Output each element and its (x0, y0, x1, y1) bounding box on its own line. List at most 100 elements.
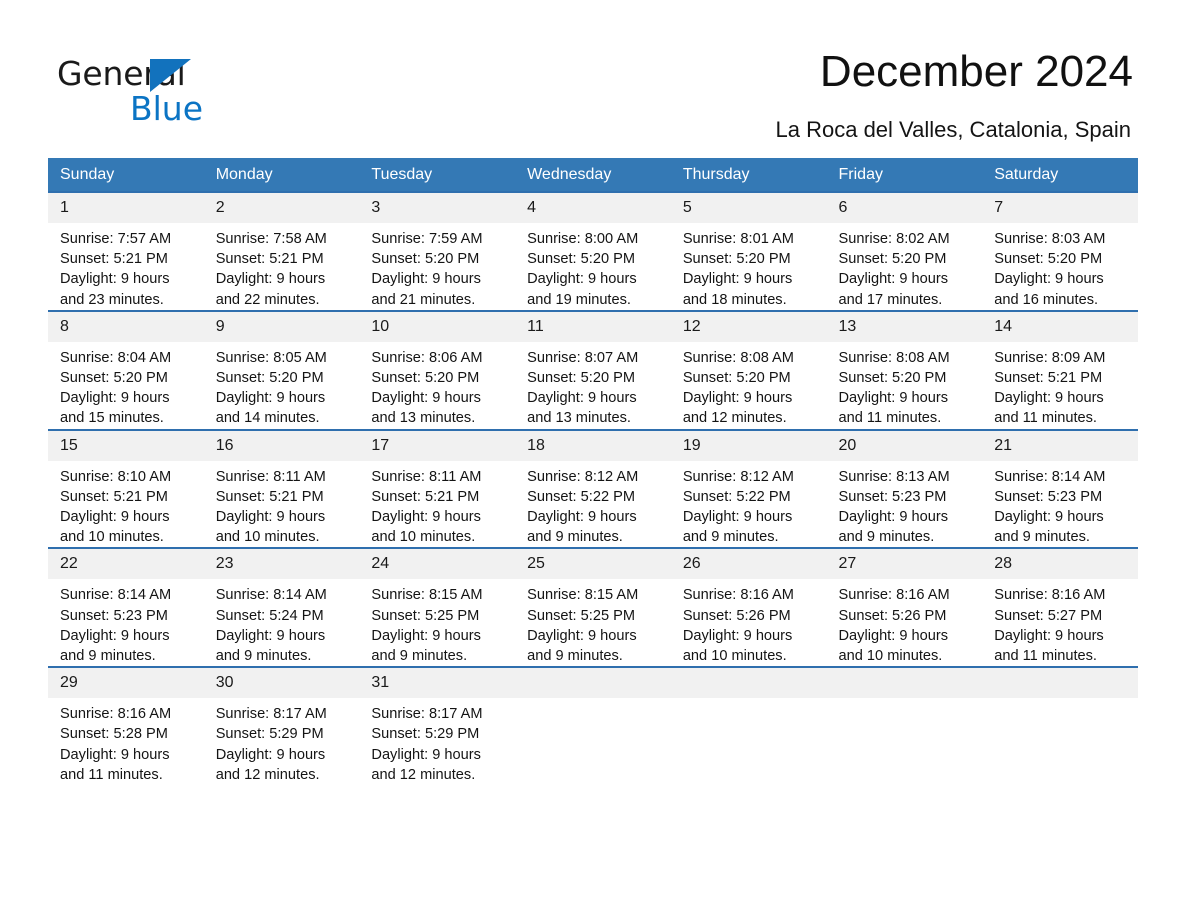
calendar-day-cell[interactable]: 14 Sunrise: 8:09 AM Sunset: 5:21 PM Dayligh… (982, 309, 1138, 430)
day-daylight-line2-text: and 15 minutes. (60, 410, 164, 427)
day-sunset-text: Sunset: 5:26 PM (838, 607, 947, 624)
day-sunrise-text: Sunrise: 8:02 AM (838, 231, 950, 247)
day-daylight-line1-text: Daylight: 9 hours (527, 627, 637, 644)
day-details: Sunrise: 8:02 AM Sunset: 5:20 PM Daylight:… (827, 223, 983, 310)
calendar-day-cell[interactable]: 9 Sunrise: 8:05 AM Sunset: 5:20 PM Daylight… (203, 309, 360, 430)
day-daylight-line1-text: Daylight: 9 hours (371, 509, 481, 526)
day-sunset-text: Sunset: 5:20 PM (527, 370, 636, 387)
calendar-day-cell[interactable]: 3 Sunrise: 7:59 AM Sunset: 5:20 PM Daylight… (359, 191, 516, 311)
day-sunrise-text: Sunrise: 8:16 AM (682, 587, 794, 604)
day-details: Sunrise: 8:11 AM Sunset: 5:21 PM Daylight:… (359, 461, 515, 548)
day-details: Sunrise: 8:06 AM Sunset: 5:20 PM Daylight:… (359, 342, 515, 429)
calendar-day-cell[interactable]: 11 Sunrise: 8:07 AM Sunset: 5:20 PM Dayligh… (515, 309, 671, 430)
calendar-week-row: 22 Sunrise: 8:14 AM Sunset: 5:23 PM Dayligh… (48, 547, 1138, 668)
day-sunrise-text: Sunrise: 8:16 AM (838, 587, 950, 604)
calendar-day-cell[interactable]: 20 Sunrise: 8:13 AM Sunset: 5:23 PM Dayligh… (826, 428, 983, 549)
day-sunrise-text: Sunrise: 8:16 AM (60, 706, 172, 723)
day-sunset-text: Sunset: 5:21 PM (371, 488, 480, 505)
day-daylight-line2-text: and 11 minutes. (838, 410, 942, 427)
calendar-day-cell[interactable]: 6 Sunrise: 8:02 AM Sunset: 5:20 PM Daylight… (826, 191, 983, 311)
calendar-day-cell[interactable]: 27 Sunrise: 8:16 AM Sunset: 5:26 PM Dayligh… (826, 547, 983, 668)
weekday-header-wednesday: Wednesday (515, 158, 671, 192)
day-details: Sunrise: 8:15 AM Sunset: 5:25 PM Daylight:… (515, 579, 671, 666)
day-daylight-line2-text: and 9 minutes. (994, 529, 1090, 546)
calendar-day-cell[interactable]: 28 Sunrise: 8:16 AM Sunset: 5:27 PM Dayligh… (982, 547, 1138, 668)
day-sunrise-text: Sunrise: 8:06 AM (371, 349, 483, 366)
day-daylight-line1-text: Daylight: 9 hours (215, 627, 326, 644)
calendar-day-cell[interactable]: 4 Sunrise: 8:00 AM Sunset: 5:20 PM Daylight… (515, 191, 671, 311)
calendar-body: 1 Sunrise: 7:57 AM Sunset: 5:21 PM Daylight… (48, 191, 1138, 786)
day-number: 17 (359, 430, 516, 461)
calendar-day-cell[interactable]: 1 Sunrise: 7:57 AM Sunset: 5:21 PM Daylight… (48, 191, 204, 311)
day-number: 1 (48, 193, 204, 223)
calendar-day-cell[interactable]: 24 Sunrise: 8:15 AM Sunset: 5:25 PM Dayligh… (359, 547, 516, 668)
day-daylight-line1-text: Daylight: 9 hours (60, 390, 170, 407)
day-sunset-text: Sunset: 5:20 PM (60, 370, 168, 387)
day-sunrise-text: Sunrise: 8:00 AM (527, 231, 639, 247)
day-sunset-text: Sunset: 5:25 PM (371, 607, 480, 624)
day-sunset-text: Sunset: 5:24 PM (215, 607, 324, 624)
calendar-day-cell[interactable]: 13 Sunrise: 8:08 AM Sunset: 5:20 PM Dayligh… (826, 309, 983, 430)
day-daylight-line1-text: Daylight: 9 hours (838, 271, 949, 288)
calendar-day-cell[interactable]: 17 Sunrise: 8:11 AM Sunset: 5:21 PM Dayligh… (359, 428, 516, 549)
day-sunset-text: Sunset: 5:23 PM (838, 488, 947, 505)
day-daylight-line2-text: and 10 minutes. (371, 529, 476, 546)
day-number (515, 668, 671, 699)
calendar-day-cell[interactable]: 8 Sunrise: 8:04 AM Sunset: 5:20 PM Daylight… (48, 309, 204, 430)
day-sunset-text: Sunset: 5:20 PM (527, 251, 636, 268)
day-details: Sunrise: 8:14 AM Sunset: 5:23 PM Daylight:… (982, 461, 1138, 548)
day-sunrise-text: Sunrise: 7:59 AM (371, 231, 483, 247)
page-header: General Blue December 2024 La Roca del V… (0, 0, 1188, 150)
calendar-day-cell[interactable]: 21 Sunrise: 8:14 AM Sunset: 5:23 PM Dayligh… (982, 428, 1138, 549)
day-sunrise-text: Sunrise: 8:11 AM (215, 468, 326, 485)
day-daylight-line1-text: Daylight: 9 hours (371, 627, 481, 644)
calendar-day-cell[interactable]: 31 Sunrise: 8:17 AM Sunset: 5:29 PM Dayligh… (359, 666, 516, 786)
calendar-day-cell[interactable]: 12 Sunrise: 8:08 AM Sunset: 5:20 PM Dayligh… (670, 309, 827, 430)
day-daylight-line2-text: and 12 minutes. (215, 766, 320, 783)
day-number: 24 (359, 549, 516, 580)
calendar-day-cell[interactable]: 26 Sunrise: 8:16 AM Sunset: 5:26 PM Dayligh… (670, 547, 827, 668)
day-details: Sunrise: 8:16 AM Sunset: 5:27 PM Daylight:… (982, 579, 1138, 666)
calendar-day-cell-empty (826, 666, 983, 786)
calendar-day-cell[interactable]: 22 Sunrise: 8:14 AM Sunset: 5:23 PM Dayligh… (48, 547, 204, 668)
day-daylight-line1-text: Daylight: 9 hours (682, 271, 793, 288)
calendar-day-cell-empty (670, 666, 827, 786)
day-sunset-text: Sunset: 5:29 PM (371, 726, 480, 743)
calendar-day-cell[interactable]: 29 Sunrise: 8:16 AM Sunset: 5:28 PM Dayligh… (48, 666, 204, 786)
day-details: Sunrise: 8:08 AM Sunset: 5:20 PM Daylight:… (671, 342, 827, 429)
day-number (670, 668, 827, 699)
calendar-day-cell[interactable]: 2 Sunrise: 7:58 AM Sunset: 5:21 PM Daylight… (203, 191, 360, 311)
calendar-header-row: Sunday Monday Tuesday Wednesday Thursday… (48, 158, 1138, 192)
calendar-week-row: 8 Sunrise: 8:04 AM Sunset: 5:20 PM Daylight… (48, 309, 1138, 430)
calendar-day-cell[interactable]: 30 Sunrise: 8:17 AM Sunset: 5:29 PM Dayligh… (203, 666, 360, 786)
calendar-day-cell[interactable]: 7 Sunrise: 8:03 AM Sunset: 5:20 PM Daylight… (982, 191, 1138, 311)
day-sunrise-text: Sunrise: 8:08 AM (682, 349, 794, 366)
day-sunset-text: Sunset: 5:20 PM (994, 251, 1103, 268)
calendar-week-row: 1 Sunrise: 7:57 AM Sunset: 5:21 PM Daylight… (48, 191, 1138, 311)
calendar-day-cell[interactable]: 15 Sunrise: 8:10 AM Sunset: 5:21 PM Dayligh… (48, 428, 204, 549)
calendar-day-cell[interactable]: 18 Sunrise: 8:12 AM Sunset: 5:22 PM Dayligh… (515, 428, 671, 549)
day-sunrise-text: Sunrise: 8:01 AM (682, 231, 794, 247)
calendar-day-cell-empty (982, 666, 1138, 786)
day-sunrise-text: Sunrise: 8:17 AM (371, 706, 483, 723)
calendar-day-cell[interactable]: 23 Sunrise: 8:14 AM Sunset: 5:24 PM Dayligh… (203, 547, 360, 668)
calendar-day-cell[interactable]: 16 Sunrise: 8:11 AM Sunset: 5:21 PM Dayligh… (203, 428, 360, 549)
weekday-header-thursday: Thursday (670, 158, 827, 192)
day-sunset-text: Sunset: 5:22 PM (682, 488, 791, 505)
day-sunrise-text: Sunrise: 8:12 AM (682, 468, 794, 485)
day-daylight-line2-text: and 14 minutes. (215, 410, 320, 427)
day-sunset-text: Sunset: 5:21 PM (994, 370, 1103, 387)
day-number: 20 (826, 430, 983, 461)
day-daylight-line1-text: Daylight: 9 hours (994, 627, 1104, 644)
calendar-day-cell[interactable]: 10 Sunrise: 8:06 AM Sunset: 5:20 PM Dayligh… (359, 309, 516, 430)
day-sunrise-text: Sunrise: 8:14 AM (994, 468, 1106, 485)
day-sunset-text: Sunset: 5:27 PM (994, 607, 1103, 624)
day-number: 30 (203, 668, 360, 699)
calendar-day-cell[interactable]: 25 Sunrise: 8:15 AM Sunset: 5:25 PM Dayligh… (515, 547, 671, 668)
day-daylight-line1-text: Daylight: 9 hours (838, 627, 949, 644)
calendar-week-row: 29 Sunrise: 8:16 AM Sunset: 5:28 PM Dayligh… (48, 666, 1138, 786)
day-number: 4 (515, 193, 671, 223)
day-daylight-line2-text: and 9 minutes. (838, 529, 935, 546)
calendar-day-cell[interactable]: 5 Sunrise: 8:01 AM Sunset: 5:20 PM Daylight… (670, 191, 827, 311)
calendar-day-cell[interactable]: 19 Sunrise: 8:12 AM Sunset: 5:22 PM Dayligh… (670, 428, 827, 549)
